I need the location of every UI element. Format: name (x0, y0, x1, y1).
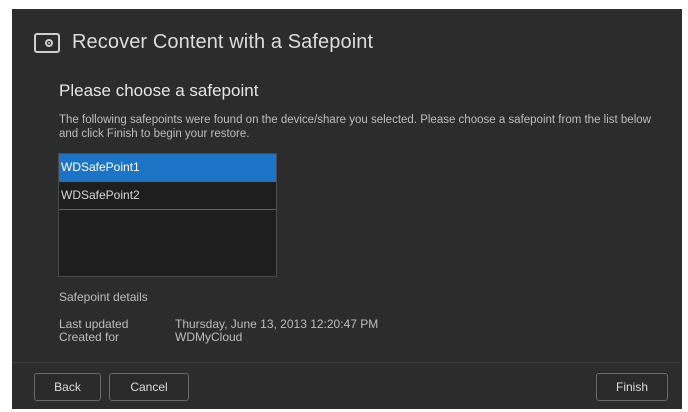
safepoint-details: Last updated Thursday, June 13, 2013 12:… (59, 318, 378, 344)
dialog-header: Recover Content with a Safepoint (34, 31, 373, 54)
details-row-created-for: Created for WDMyCloud (59, 331, 378, 344)
safepoint-details-heading: Safepoint details (59, 290, 148, 304)
back-button[interactable]: Back (34, 373, 101, 401)
dialog-title: Recover Content with a Safepoint (72, 31, 374, 53)
finish-button[interactable]: Finish (596, 373, 668, 401)
recover-safepoint-dialog: Recover Content with a Safepoint Please … (12, 9, 682, 409)
safepoint-list-item[interactable]: WDSafePoint1 (59, 154, 276, 182)
safepoint-list[interactable]: WDSafePoint1 WDSafePoint2 (58, 153, 277, 277)
footer-divider (12, 362, 682, 363)
created-for-value: WDMyCloud (175, 330, 243, 344)
created-for-label: Created for (59, 330, 120, 344)
section-heading: Please choose a safepoint (59, 81, 259, 100)
safe-icon (34, 32, 60, 53)
cancel-button[interactable]: Cancel (109, 373, 189, 401)
safepoint-label: WDSafePoint1 (61, 160, 140, 174)
instructions-text: The following safepoints were found on t… (59, 114, 651, 140)
safepoint-list-item[interactable]: WDSafePoint2 (59, 182, 276, 210)
safepoint-label: WDSafePoint2 (61, 188, 140, 202)
